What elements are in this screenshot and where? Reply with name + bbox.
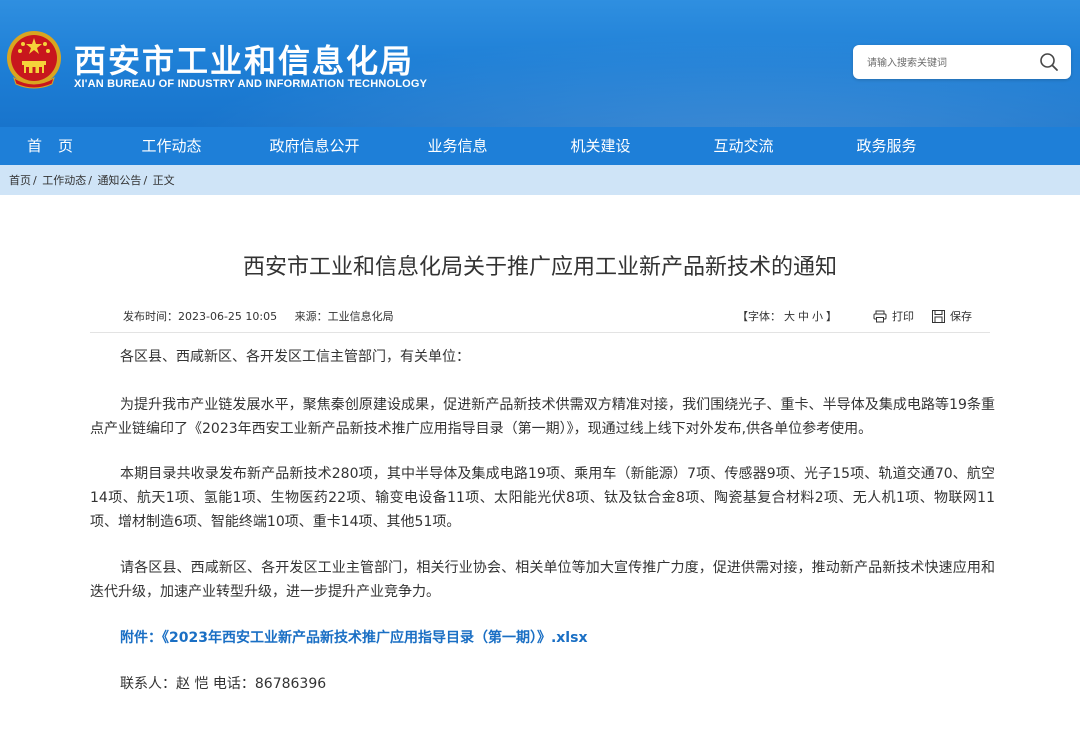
save-button[interactable]: 保存 (932, 308, 972, 324)
save-icon (932, 309, 945, 323)
breadcrumb-separator: / (143, 174, 148, 187)
printer-icon (873, 310, 887, 322)
nav-item-organ-building[interactable]: 机关建设 (529, 127, 672, 165)
breadcrumb-work-news[interactable]: 工作动态 (42, 174, 86, 187)
breadcrumb-separator: / (33, 174, 37, 187)
article-meta: 发布时间：2023-06-25 10:05 来源：工业信息化局 【字体：大中小】… (90, 305, 990, 333)
nav-item-business-info[interactable]: 业务信息 (386, 127, 529, 165)
font-large-button[interactable]: 大 (784, 310, 795, 323)
print-button[interactable]: 打印 (873, 308, 914, 324)
breadcrumb: 首页 / 工作动态 / 通知公告 / 正文 (0, 165, 1080, 195)
font-size-close: 】 (826, 310, 837, 323)
national-emblem-icon[interactable] (6, 28, 62, 90)
article-title: 西安市工业和信息化局关于推广应用工业新产品新技术的通知 (242, 255, 837, 280)
article-source: 来源：工业信息化局 (294, 310, 394, 323)
breadcrumb-notices[interactable]: 通知公告 (97, 174, 141, 187)
search-input[interactable] (865, 52, 1039, 74)
site-subtitle: XI'AN BUREAU OF INDUSTRY AND INFORMATION… (74, 78, 428, 90)
font-small-button[interactable]: 小 (812, 310, 823, 323)
print-label: 打印 (892, 310, 914, 323)
search-box (853, 45, 1071, 79)
nav-item-interaction[interactable]: 互动交流 (672, 127, 815, 165)
contact-info: 联系人：赵 恺 电话：86786396 (120, 676, 327, 692)
attachment-link[interactable]: 附件：《2023年西安工业新产品新技术推广应用指导目录（第一期）》.xlsx (120, 627, 587, 647)
font-medium-button[interactable]: 中 (798, 310, 809, 323)
nav-item-gov-info[interactable]: 政府信息公开 (243, 127, 386, 165)
nav-item-work-news[interactable]: 工作动态 (100, 127, 243, 165)
breadcrumb-separator: / (88, 174, 92, 187)
main-nav: 首页 工作动态 政府信息公开 业务信息 机关建设 互动交流 政务服务 (0, 127, 1080, 165)
nav-item-home[interactable]: 首页 (0, 127, 100, 165)
paragraph-1: 为提升我市产业链发展水平，聚焦秦创原建设成果，促进新产品新技术供需双方精准对接，… (90, 397, 995, 437)
nav-item-gov-service[interactable]: 政务服务 (815, 127, 958, 165)
site-header: 西安市工业和信息化局 XI'AN BUREAU OF INDUSTRY AND … (0, 0, 1080, 127)
search-icon[interactable] (1039, 52, 1059, 72)
font-size-switcher: 【字体：大中小】 (737, 308, 837, 324)
publish-time: 发布时间：2023-06-25 10:05 (123, 310, 278, 323)
font-size-label: 【字体： (737, 310, 781, 323)
paragraph-2: 本期目录共收录发布新产品新技术280项，其中半导体及集成电路19项、乘用车（新能… (90, 466, 995, 530)
site-title: 西安市工业和信息化局 (74, 42, 415, 80)
paragraph-salutation: 各区县、西咸新区、各开发区工信主管部门，有关单位： (120, 349, 470, 365)
breadcrumb-current: 正文 (152, 174, 175, 187)
paragraph-3: 请各区县、西咸新区、各开发区工业主管部门，相关行业协会、相关单位等加大宣传推广力… (90, 560, 995, 600)
breadcrumb-home[interactable]: 首页 (9, 174, 31, 187)
save-label: 保存 (950, 310, 972, 323)
